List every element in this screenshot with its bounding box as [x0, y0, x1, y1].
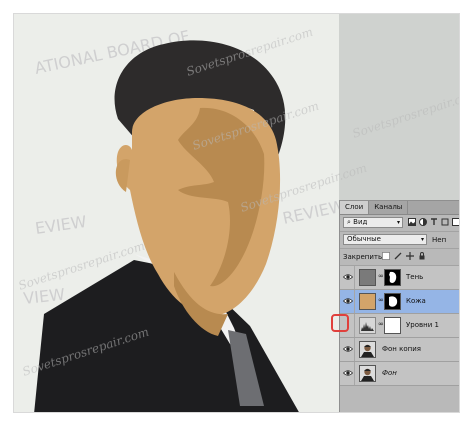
chevron-down-icon: ▾	[420, 236, 424, 243]
layer-row-background[interactable]: Фон	[340, 362, 459, 386]
layer-name: Фон копия	[382, 345, 421, 353]
visibility-toggle[interactable]	[341, 362, 355, 385]
layer-thumbnail	[359, 293, 376, 310]
lock-label: Закрепить:	[343, 253, 385, 261]
shape-filter-icon[interactable]	[441, 218, 449, 226]
layer-thumbnail	[359, 341, 376, 358]
blend-row: Обычные ▾ Неп	[340, 232, 459, 249]
mask-thumbnail[interactable]	[384, 269, 401, 286]
layer-filter-select[interactable]: ⌕ Вид ▾	[343, 217, 403, 228]
lock-position-icon[interactable]	[406, 252, 414, 260]
eye-icon	[343, 274, 353, 280]
layer-name: Фон	[382, 369, 397, 377]
link-icon: ∞	[378, 272, 384, 280]
lock-pixels-icon[interactable]	[394, 252, 402, 260]
filter-row: ⌕ Вид ▾	[340, 215, 460, 232]
visibility-toggle[interactable]	[341, 290, 355, 313]
eye-icon	[343, 298, 353, 304]
eye-icon	[343, 370, 353, 376]
blend-mode-value: Обычные	[347, 235, 381, 243]
visibility-toggle[interactable]	[341, 266, 355, 289]
levels-adjustment-icon	[359, 317, 376, 334]
eye-icon	[343, 346, 353, 352]
layer-thumbnail	[359, 365, 376, 382]
photo-thumbnail	[361, 344, 374, 357]
histogram-graphic	[361, 322, 374, 331]
blend-mode-select[interactable]: Обычные ▾	[343, 234, 427, 245]
search-icon: ⌕	[347, 218, 351, 226]
layer-thumbnail	[359, 269, 376, 286]
layer-name: Кожа	[406, 297, 426, 305]
image-filter-icon[interactable]	[408, 218, 416, 226]
lock-row: Закрепить:	[340, 249, 459, 266]
mask-shape	[389, 271, 397, 283]
visibility-highlight-marker	[331, 314, 349, 332]
tab-channels[interactable]: Каналы	[369, 201, 409, 214]
link-icon: ∞	[378, 320, 384, 328]
layer-row-skin[interactable]: ∞ Кожа	[340, 290, 459, 314]
tab-layers[interactable]: Слои	[340, 201, 370, 214]
layers-panel: Слои Каналы ⌕ Вид ▾ Обычные ▾ Неп Закреп…	[339, 200, 460, 412]
type-filter-icon[interactable]	[430, 218, 438, 226]
photo-thumbnail	[361, 368, 374, 381]
filter-label: Вид	[353, 218, 368, 226]
adjustment-filter-icon[interactable]	[419, 218, 427, 226]
layer-row-levels[interactable]: ∞ Уровни 1	[340, 314, 459, 338]
lock-all-icon[interactable]	[418, 252, 426, 260]
link-icon: ∞	[378, 296, 384, 304]
lock-transparency-icon[interactable]	[382, 252, 390, 260]
photo-editor-window: ATIONAL BOARD OF EVIEW REVIEW VIEW Sovet…	[13, 13, 460, 413]
smart-object-filter-icon[interactable]	[452, 218, 460, 226]
opacity-label: Неп	[432, 236, 447, 244]
layer-name: Тень	[406, 273, 424, 281]
visibility-toggle[interactable]	[341, 338, 355, 361]
chevron-down-icon: ▾	[396, 219, 400, 226]
panel-tabs: Слои Каналы	[340, 201, 459, 215]
mask-shape	[389, 296, 398, 307]
layer-row-background-copy[interactable]: Фон копия	[340, 338, 459, 362]
mask-thumbnail[interactable]	[384, 293, 401, 310]
layer-name: Уровни 1	[406, 321, 439, 329]
layer-row-shadow[interactable]: ∞ Тень	[340, 266, 459, 290]
mask-thumbnail[interactable]	[384, 317, 401, 334]
